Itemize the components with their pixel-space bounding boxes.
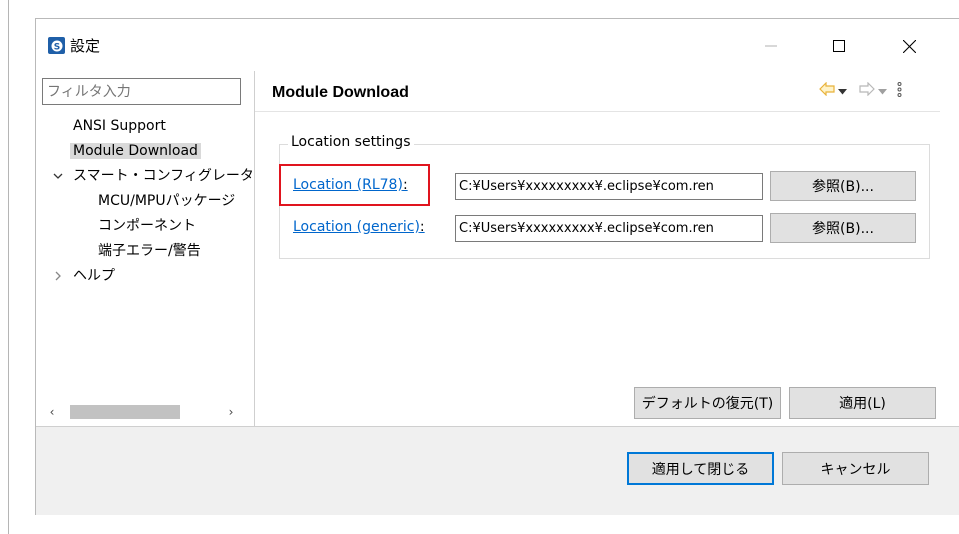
maximize-icon — [833, 40, 845, 52]
title-bar: S 設定 — [36, 19, 959, 73]
tree-item-ansi-support[interactable]: ANSI Support — [73, 114, 166, 138]
forward-arrow-icon[interactable] — [859, 81, 875, 100]
scroll-right-icon: › — [228, 405, 234, 419]
tree-item-smart-configurator[interactable]: スマート・コンフィグレータ — [73, 164, 254, 188]
svg-text:S: S — [54, 43, 60, 53]
settings-app-icon: S — [48, 37, 65, 54]
location-rl78-path-field[interactable]: C:¥Users¥xxxxxxxxx¥.eclipse¥com.ren — [455, 173, 763, 200]
button-label: 参照(B)... — [812, 221, 874, 237]
button-label: 参照(B)... — [812, 179, 874, 195]
tree-item-label: MCU/MPUパッケージ — [98, 193, 236, 209]
tree-item-pin-errors[interactable]: 端子エラー/警告 — [98, 239, 201, 263]
group-label: Location settings — [288, 134, 414, 150]
button-label: 適用して閉じる — [651, 461, 750, 478]
button-label: 適用(L) — [839, 396, 886, 412]
apply-button[interactable]: 適用(L) — [789, 387, 936, 419]
tree-item-component[interactable]: コンポーネント — [98, 214, 196, 238]
pane-divider[interactable] — [254, 71, 255, 426]
scroll-left-icon: ‹ — [49, 405, 55, 419]
back-menu-icon[interactable] — [838, 83, 847, 99]
restore-defaults-button[interactable]: デフォルトの復元(T) — [634, 387, 781, 419]
dialog-footer: 適用して閉じる キャンセル — [36, 427, 959, 515]
view-menu-icon[interactable] — [897, 81, 902, 101]
chevron-right-icon[interactable] — [50, 264, 66, 288]
tree-item-label: ヘルプ — [73, 268, 115, 284]
maximize-button[interactable] — [816, 29, 862, 63]
location-rl78-link[interactable]: Location (RL78): — [293, 177, 408, 193]
button-label: デフォルトの復元(T) — [641, 396, 774, 412]
back-arrow-icon[interactable] — [819, 81, 835, 100]
tree-item-module-download[interactable]: Module Download — [70, 139, 201, 163]
scroll-thumb[interactable] — [70, 405, 180, 419]
tree-item-help[interactable]: ヘルプ — [73, 264, 115, 288]
apply-and-close-button[interactable]: 適用して閉じる — [627, 452, 774, 485]
filter-input[interactable] — [42, 78, 241, 105]
close-icon — [902, 39, 916, 53]
page-navigation — [819, 81, 902, 101]
background-window-edge — [0, 0, 9, 534]
tree-item-label: スマート・コンフィグレータ — [73, 168, 254, 184]
minimize-icon — [765, 45, 777, 47]
tree-item-label: ANSI Support — [73, 118, 166, 134]
location-generic-path-field[interactable]: C:¥Users¥xxxxxxxxx¥.eclipse¥com.ren — [455, 215, 763, 242]
scroll-left-button[interactable]: ‹ — [42, 402, 62, 422]
close-button[interactable] — [886, 29, 932, 63]
location-label: Location (generic) — [293, 219, 420, 235]
title-divider — [255, 111, 940, 112]
tree-item-label: Module Download — [70, 143, 201, 159]
tree-item-label: 端子エラー/警告 — [98, 243, 201, 259]
minimize-button[interactable] — [748, 29, 794, 63]
location-label: Location (RL78) — [293, 177, 403, 193]
button-label: キャンセル — [820, 461, 891, 478]
forward-menu-icon[interactable] — [878, 83, 887, 99]
tree-item-mcu-mpu-package[interactable]: MCU/MPUパッケージ — [98, 189, 246, 213]
browse-generic-button[interactable]: 参照(B)... — [770, 213, 916, 243]
scroll-right-button[interactable]: › — [221, 402, 241, 422]
window-title: 設定 — [70, 37, 101, 55]
tree-item-label: コンポーネント — [98, 218, 196, 234]
settings-dialog: S 設定 ANSI Support Module Download スマート・コ… — [35, 18, 959, 515]
preference-tree: ANSI Support Module Download スマート・コンフィグレ… — [36, 114, 256, 404]
page-title: Module Download — [272, 84, 409, 101]
chevron-down-icon[interactable] — [50, 164, 66, 188]
cancel-button[interactable]: キャンセル — [782, 452, 929, 485]
sidebar-horizontal-scrollbar[interactable]: ‹ › — [42, 402, 241, 422]
location-generic-link[interactable]: Location (generic): — [293, 219, 425, 235]
browse-rl78-button[interactable]: 参照(B)... — [770, 171, 916, 201]
